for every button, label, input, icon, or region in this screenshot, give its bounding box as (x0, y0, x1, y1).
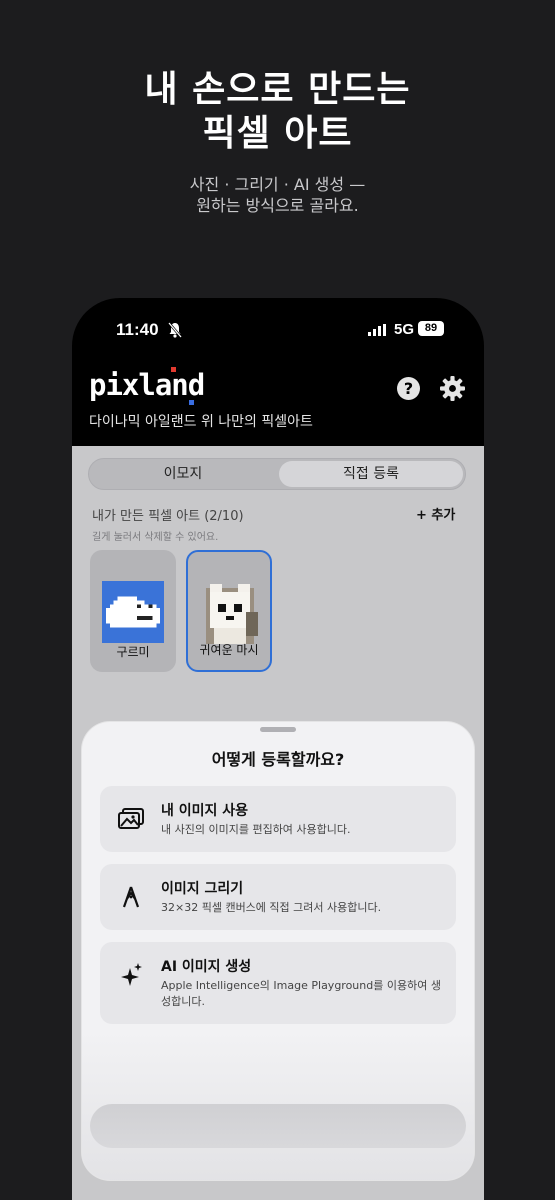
sparkles-icon (121, 963, 142, 986)
add-button[interactable]: + 추가 (416, 504, 455, 523)
sheet-grabber[interactable] (260, 727, 296, 732)
logo-blue-pixel (189, 400, 194, 405)
option-draw-image[interactable]: 이미지 그리기 32×32 픽셀 캔버스에 직접 그려서 사용합니다. (100, 864, 456, 930)
sheet-title: 어떻게 등록할까요? (211, 750, 345, 769)
option-ai-generate[interactable]: AI 이미지 생성 Apple Intelligence의 Image Play… (100, 942, 456, 1024)
hero-title-line1: 내 손으로 만드는 (144, 69, 411, 110)
logo-red-pixel (171, 367, 176, 372)
option-title: AI 이미지 생성 (161, 959, 252, 975)
hero-subtitle: 사진 · 그리기 · AI 생성 — 원하는 방식으로 골라요. (0, 174, 555, 216)
hero-subtitle-line1: 사진 · 그리기 · AI 생성 — (189, 175, 366, 194)
card-label: 귀여운 마시 (199, 643, 259, 657)
app-tagline: 다이나믹 아일랜드 위 나만의 픽셀아트 (89, 414, 313, 430)
sheet-fade (82, 1030, 474, 1180)
gear-icon[interactable] (440, 376, 465, 401)
hero-title-line2: 픽셀 아트 (202, 113, 353, 154)
option-use-my-image[interactable]: 내 이미지 사용 내 사진의 이미지를 편집하여 사용합니다. (100, 786, 456, 852)
section-title: 내가 만든 픽셀 아트 (2/10) (92, 509, 244, 524)
signal-icon (368, 324, 386, 336)
status-bar: 11:40 5G 89 (72, 318, 484, 344)
dog-pixel-art (206, 584, 258, 644)
pen-tip-icon (122, 886, 140, 908)
tab-direct-register[interactable]: 직접 등록 (279, 461, 463, 487)
plus-icon: + (416, 508, 432, 523)
hero-title: 내 손으로 만드는 픽셀 아트 (0, 68, 555, 156)
pixel-art-card-cloud[interactable]: 구르미 (90, 550, 176, 672)
photos-icon (118, 808, 144, 829)
add-button-label: 추가 (431, 508, 456, 523)
option-desc: 32×32 픽셀 캔버스에 직접 그려서 사용합니다. (161, 901, 382, 914)
pixel-art-card-dog[interactable]: 귀여운 마시 (186, 550, 272, 672)
question-circle-icon: ? (403, 379, 414, 398)
option-title: 내 이미지 사용 (161, 803, 249, 819)
status-time: 11:40 (116, 320, 159, 339)
cloud-pixel-art (102, 581, 164, 643)
option-title: 이미지 그리기 (161, 881, 244, 897)
network-type: 5G (394, 321, 415, 338)
bell-slash-icon (168, 322, 182, 338)
option-desc: 내 사진의 이미지를 편집하여 사용합니다. (161, 823, 351, 836)
help-button[interactable]: ? (397, 377, 420, 400)
bottom-sheet: 어떻게 등록할까요? 내 이미지 사용 내 사진의 이미지를 편집하여 사용합니… (82, 722, 474, 1180)
card-label: 구르미 (116, 645, 150, 659)
hero-subtitle-line2: 원하는 방식으로 골라요. (196, 196, 359, 215)
segmented-control: 이모지 직접 등록 (88, 458, 466, 490)
option-desc: Apple Intelligence의 Image Playground를 이용… (161, 979, 441, 1008)
app-logo: pixland (89, 368, 205, 402)
tab-emoji[interactable]: 이모지 (91, 461, 275, 487)
delete-hint: 길게 눌러서 삭제할 수 있어요. (92, 532, 219, 543)
battery-level: 89 (418, 321, 444, 336)
